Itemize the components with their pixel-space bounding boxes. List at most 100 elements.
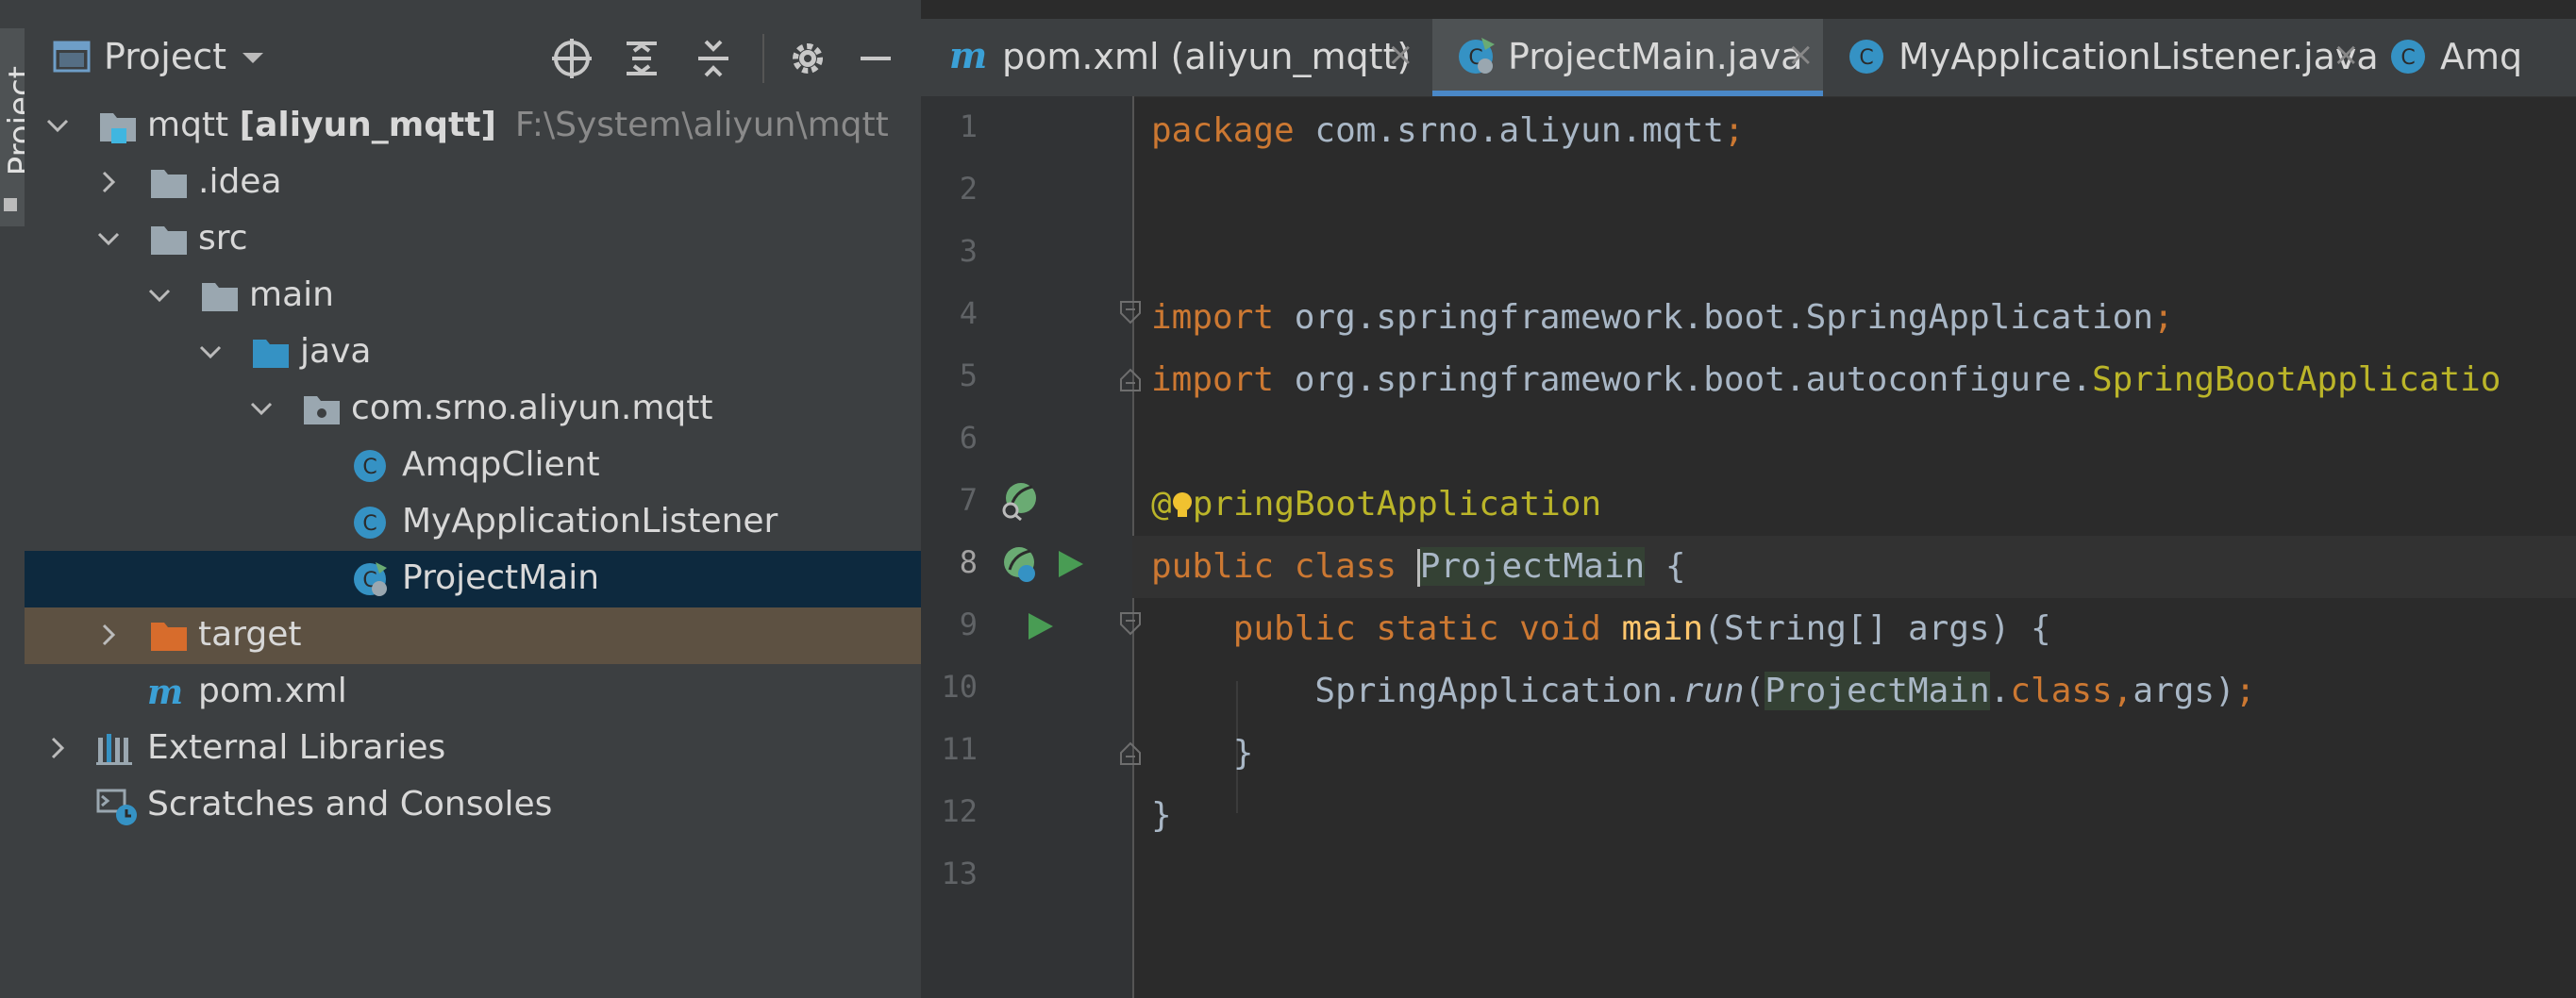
- tree-row-excluded-folder[interactable]: target: [25, 607, 921, 664]
- tree-row-class[interactable]: C MyApplicationListener: [25, 494, 921, 551]
- tree-label: ProjectMain: [402, 558, 600, 597]
- chevron-down-icon[interactable]: [145, 281, 174, 309]
- code-line: public static void main(String[] args) {: [1232, 609, 2051, 648]
- tab-amqp-client[interactable]: C Amq: [2368, 19, 2576, 96]
- module-icon: [98, 108, 138, 145]
- line-number: 13: [941, 856, 978, 891]
- header-separator: [762, 34, 764, 83]
- project-panel-header: Project: [25, 21, 921, 94]
- line-number: 7: [959, 482, 978, 518]
- tab-label: Amq: [2440, 36, 2523, 77]
- line-number: 4: [959, 295, 978, 331]
- tab-label: MyApplicationListener.java: [1899, 36, 2379, 77]
- tree-row-libraries[interactable]: External Libraries: [25, 721, 921, 777]
- line-number: 11: [941, 731, 978, 767]
- chevron-right-icon[interactable]: [94, 621, 123, 649]
- tree-label: mqtt [aliyun_mqtt] F:\System\aliyun\mqtt: [147, 106, 889, 144]
- fold-icon[interactable]: [1119, 611, 1142, 643]
- tab-label: ProjectMain.java: [1508, 36, 1803, 77]
- folder-icon: [200, 277, 240, 315]
- tool-window-strip: Project: [0, 0, 40, 998]
- spring-class-icon: C: [351, 560, 391, 598]
- tree-row-source-folder[interactable]: java: [25, 324, 921, 381]
- code-line: import org.springframework.boot.SpringAp…: [1151, 298, 2174, 337]
- line-number: 3: [959, 233, 978, 269]
- tree-label: target: [198, 615, 302, 654]
- run-icon[interactable]: [1023, 609, 1064, 651]
- code-line-current: public class ProjectMain {: [1132, 536, 2576, 598]
- tree-row-scratches[interactable]: Scratches and Consoles: [25, 777, 921, 834]
- tree-row-maven-file[interactable]: m pom.xml: [25, 664, 921, 721]
- excluded-folder-icon: [149, 617, 189, 655]
- spring-bean-icon[interactable]: [998, 543, 1040, 585]
- collapse-all-icon[interactable]: [685, 30, 742, 87]
- line-number: 2: [959, 171, 978, 207]
- class-icon: C: [1846, 36, 1887, 77]
- fold-icon[interactable]: [1119, 360, 1142, 392]
- line-number: 6: [959, 420, 978, 456]
- line-number: 12: [941, 793, 978, 829]
- class-icon: C: [351, 504, 391, 541]
- tree-row-module[interactable]: mqtt [aliyun_mqtt] F:\System\aliyun\mqtt: [25, 98, 921, 155]
- tab-label: pom.xml (aliyun_mqtt): [1002, 36, 1412, 77]
- tree-row-folder[interactable]: .idea: [25, 155, 921, 211]
- tree-row-folder[interactable]: src: [25, 211, 921, 268]
- spring-class-icon: C: [1455, 36, 1497, 77]
- fold-icon[interactable]: [1119, 734, 1142, 766]
- close-icon[interactable]: ×: [2333, 36, 2360, 74]
- minimize-icon[interactable]: [847, 30, 904, 87]
- chevron-right-icon[interactable]: [43, 734, 72, 762]
- folder-icon: [149, 221, 189, 258]
- tree-label: .idea: [198, 162, 282, 201]
- locate-icon[interactable]: [544, 30, 600, 87]
- code-line: package com.srno.aliyun.mqtt;: [1151, 111, 1745, 150]
- tree-row-folder[interactable]: main: [25, 268, 921, 324]
- svg-text:m: m: [147, 674, 183, 711]
- editor-gutter: 1 2 3 4 5 6 7 8 9 10 11 12 13: [921, 96, 1141, 998]
- tree-label: pom.xml: [198, 672, 347, 710]
- chevron-down-icon[interactable]: [247, 394, 276, 423]
- fold-icon[interactable]: [1119, 300, 1142, 332]
- tab-project-main[interactable]: C ProjectMain.java ×: [1432, 19, 1823, 96]
- tab-pom-xml[interactable]: m pom.xml (aliyun_mqtt) ×: [921, 19, 1430, 96]
- run-icon[interactable]: [1053, 547, 1095, 589]
- svg-text:m: m: [949, 36, 987, 76]
- tool-window-marker-icon: [4, 198, 17, 211]
- code-area[interactable]: package com.srno.aliyun.mqtt; import org…: [1132, 96, 2576, 998]
- tree-row-package[interactable]: com.srno.aliyun.mqtt: [25, 381, 921, 438]
- maven-icon: m: [145, 673, 185, 712]
- tree-label: src: [198, 219, 248, 258]
- chevron-down-icon[interactable]: [43, 111, 72, 140]
- tree-label: MyApplicationListener: [402, 502, 778, 541]
- line-number-current: 8: [959, 544, 978, 580]
- expand-all-icon[interactable]: [613, 30, 670, 87]
- tree-row-class[interactable]: C AmqpClient: [25, 438, 921, 494]
- project-panel-title[interactable]: Project: [104, 36, 226, 77]
- scratches-icon: [96, 787, 137, 825]
- project-panel: Project mqtt [aliyun_mqtt] F:\System\aliy…: [25, 0, 921, 998]
- class-icon: C: [351, 447, 391, 485]
- spring-bean-icon[interactable]: [998, 479, 1040, 522]
- tab-my-application-listener[interactable]: C MyApplicationListener.java ×: [1825, 19, 2379, 96]
- project-tool-window-tab[interactable]: Project: [0, 28, 40, 226]
- intention-bulb-icon[interactable]: [1172, 491, 1193, 520]
- chevron-right-icon[interactable]: [94, 168, 123, 196]
- svg-text:C: C: [362, 512, 376, 536]
- close-icon[interactable]: ×: [1787, 36, 1815, 74]
- svg-text:C: C: [2400, 46, 2415, 70]
- folder-icon: [149, 164, 189, 202]
- line-number: 5: [959, 358, 978, 393]
- libraries-icon: [96, 730, 136, 768]
- code-line: }: [1151, 734, 1254, 773]
- tree-row-class-selected[interactable]: C ProjectMain: [25, 551, 921, 607]
- chevron-down-icon[interactable]: [196, 338, 225, 366]
- close-icon[interactable]: ×: [1387, 36, 1414, 74]
- code-line: @ pringBootApplication: [1151, 485, 1602, 524]
- tree-label: AmqpClient: [402, 445, 600, 484]
- gear-icon[interactable]: [779, 30, 836, 87]
- chevron-down-icon[interactable]: [240, 49, 266, 68]
- line-number: 1: [959, 108, 978, 144]
- editor-area: m pom.xml (aliyun_mqtt) × C ProjectMain.…: [921, 0, 2576, 998]
- tree-label: Scratches and Consoles: [147, 785, 553, 823]
- chevron-down-icon[interactable]: [94, 225, 123, 253]
